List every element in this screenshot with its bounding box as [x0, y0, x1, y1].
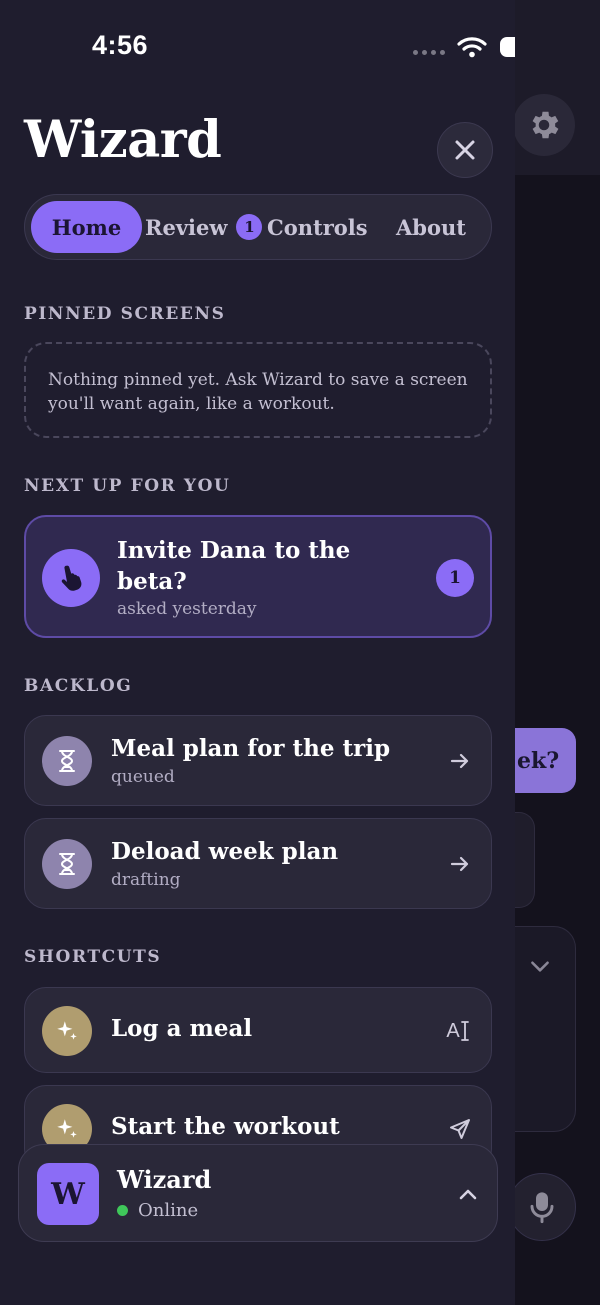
status-indicators [413, 36, 515, 58]
backlog-item-status: drafting [111, 870, 181, 890]
hand-pointer-icon [61, 565, 82, 591]
next-up-subtitle: asked yesterday [117, 599, 257, 619]
tab-about[interactable]: About [396, 201, 466, 253]
background-card [515, 812, 535, 908]
hourglass-icon [59, 853, 75, 875]
settings-button[interactable] [513, 94, 575, 156]
drawer-title: Wizard [24, 110, 222, 170]
chevron-down-icon[interactable] [527, 953, 553, 979]
close-icon [455, 140, 475, 160]
chat-bubble: ek? [515, 728, 576, 793]
next-up-icon-circle [42, 549, 100, 607]
wizard-drawer: 4:56 Wizard Home Review 1 Controls About… [0, 0, 515, 1305]
gear-icon [532, 111, 559, 139]
tab-home[interactable]: Home [31, 201, 142, 253]
pinned-empty-state: Nothing pinned yet. Ask Wizard to save a… [24, 342, 492, 438]
backlog-item-title: Deload week plan [111, 838, 339, 865]
sparkles-icon [57, 1119, 77, 1138]
shortcut-item[interactable]: Log a meal A [24, 987, 492, 1073]
text-input-icon: A [443, 1018, 473, 1044]
backlog-item-title: Meal plan for the trip [111, 735, 391, 762]
microphone-icon [530, 1192, 554, 1224]
section-next-up: NEXT UP FOR YOU [24, 476, 231, 496]
shortcut-icon-circle [42, 1006, 92, 1056]
online-dot-icon [117, 1205, 128, 1216]
arrow-right-icon [447, 748, 473, 774]
cellular-icon [413, 49, 445, 55]
assistant-status: Online [117, 1200, 198, 1221]
sparkles-icon [57, 1021, 77, 1040]
backlog-icon-circle [42, 736, 92, 786]
tab-bar: Home Review 1 Controls About [24, 194, 492, 260]
tab-controls[interactable]: Controls [267, 201, 368, 253]
wifi-icon [457, 37, 487, 58]
next-up-badge: 1 [436, 559, 474, 597]
backlog-item[interactable]: Meal plan for the trip queued [24, 715, 492, 806]
assistant-footer[interactable]: W Wizard Online [18, 1144, 498, 1242]
status-time: 4:56 [92, 30, 149, 60]
chat-bubble-text: ek? [517, 747, 560, 774]
chevron-up-icon[interactable] [456, 1183, 480, 1207]
backlog-item-status: queued [111, 767, 175, 787]
review-count-badge: 1 [236, 214, 263, 240]
shortcut-title: Start the workout [111, 1113, 340, 1140]
section-shortcuts: SHORTCUTS [24, 947, 162, 967]
shortcut-title: Log a meal [111, 1015, 253, 1042]
send-icon [447, 1116, 473, 1142]
next-up-card[interactable]: Invite Dana to the beta? asked yesterday… [24, 515, 492, 638]
arrow-right-icon [447, 851, 473, 877]
hourglass-icon [59, 750, 75, 772]
avatar: W [37, 1163, 99, 1225]
microphone-button[interactable] [508, 1173, 576, 1241]
battery-icon [500, 37, 515, 57]
section-backlog: BACKLOG [24, 676, 133, 696]
next-up-title: Invite Dana to the beta? [117, 537, 351, 595]
section-pinned-screens: PINNED SCREENS [24, 304, 226, 324]
tab-review[interactable]: Review 1 [145, 201, 263, 253]
assistant-name: Wizard [117, 1165, 212, 1194]
backlog-icon-circle [42, 839, 92, 889]
backlog-item[interactable]: Deload week plan drafting [24, 818, 492, 909]
close-button[interactable] [437, 122, 493, 178]
